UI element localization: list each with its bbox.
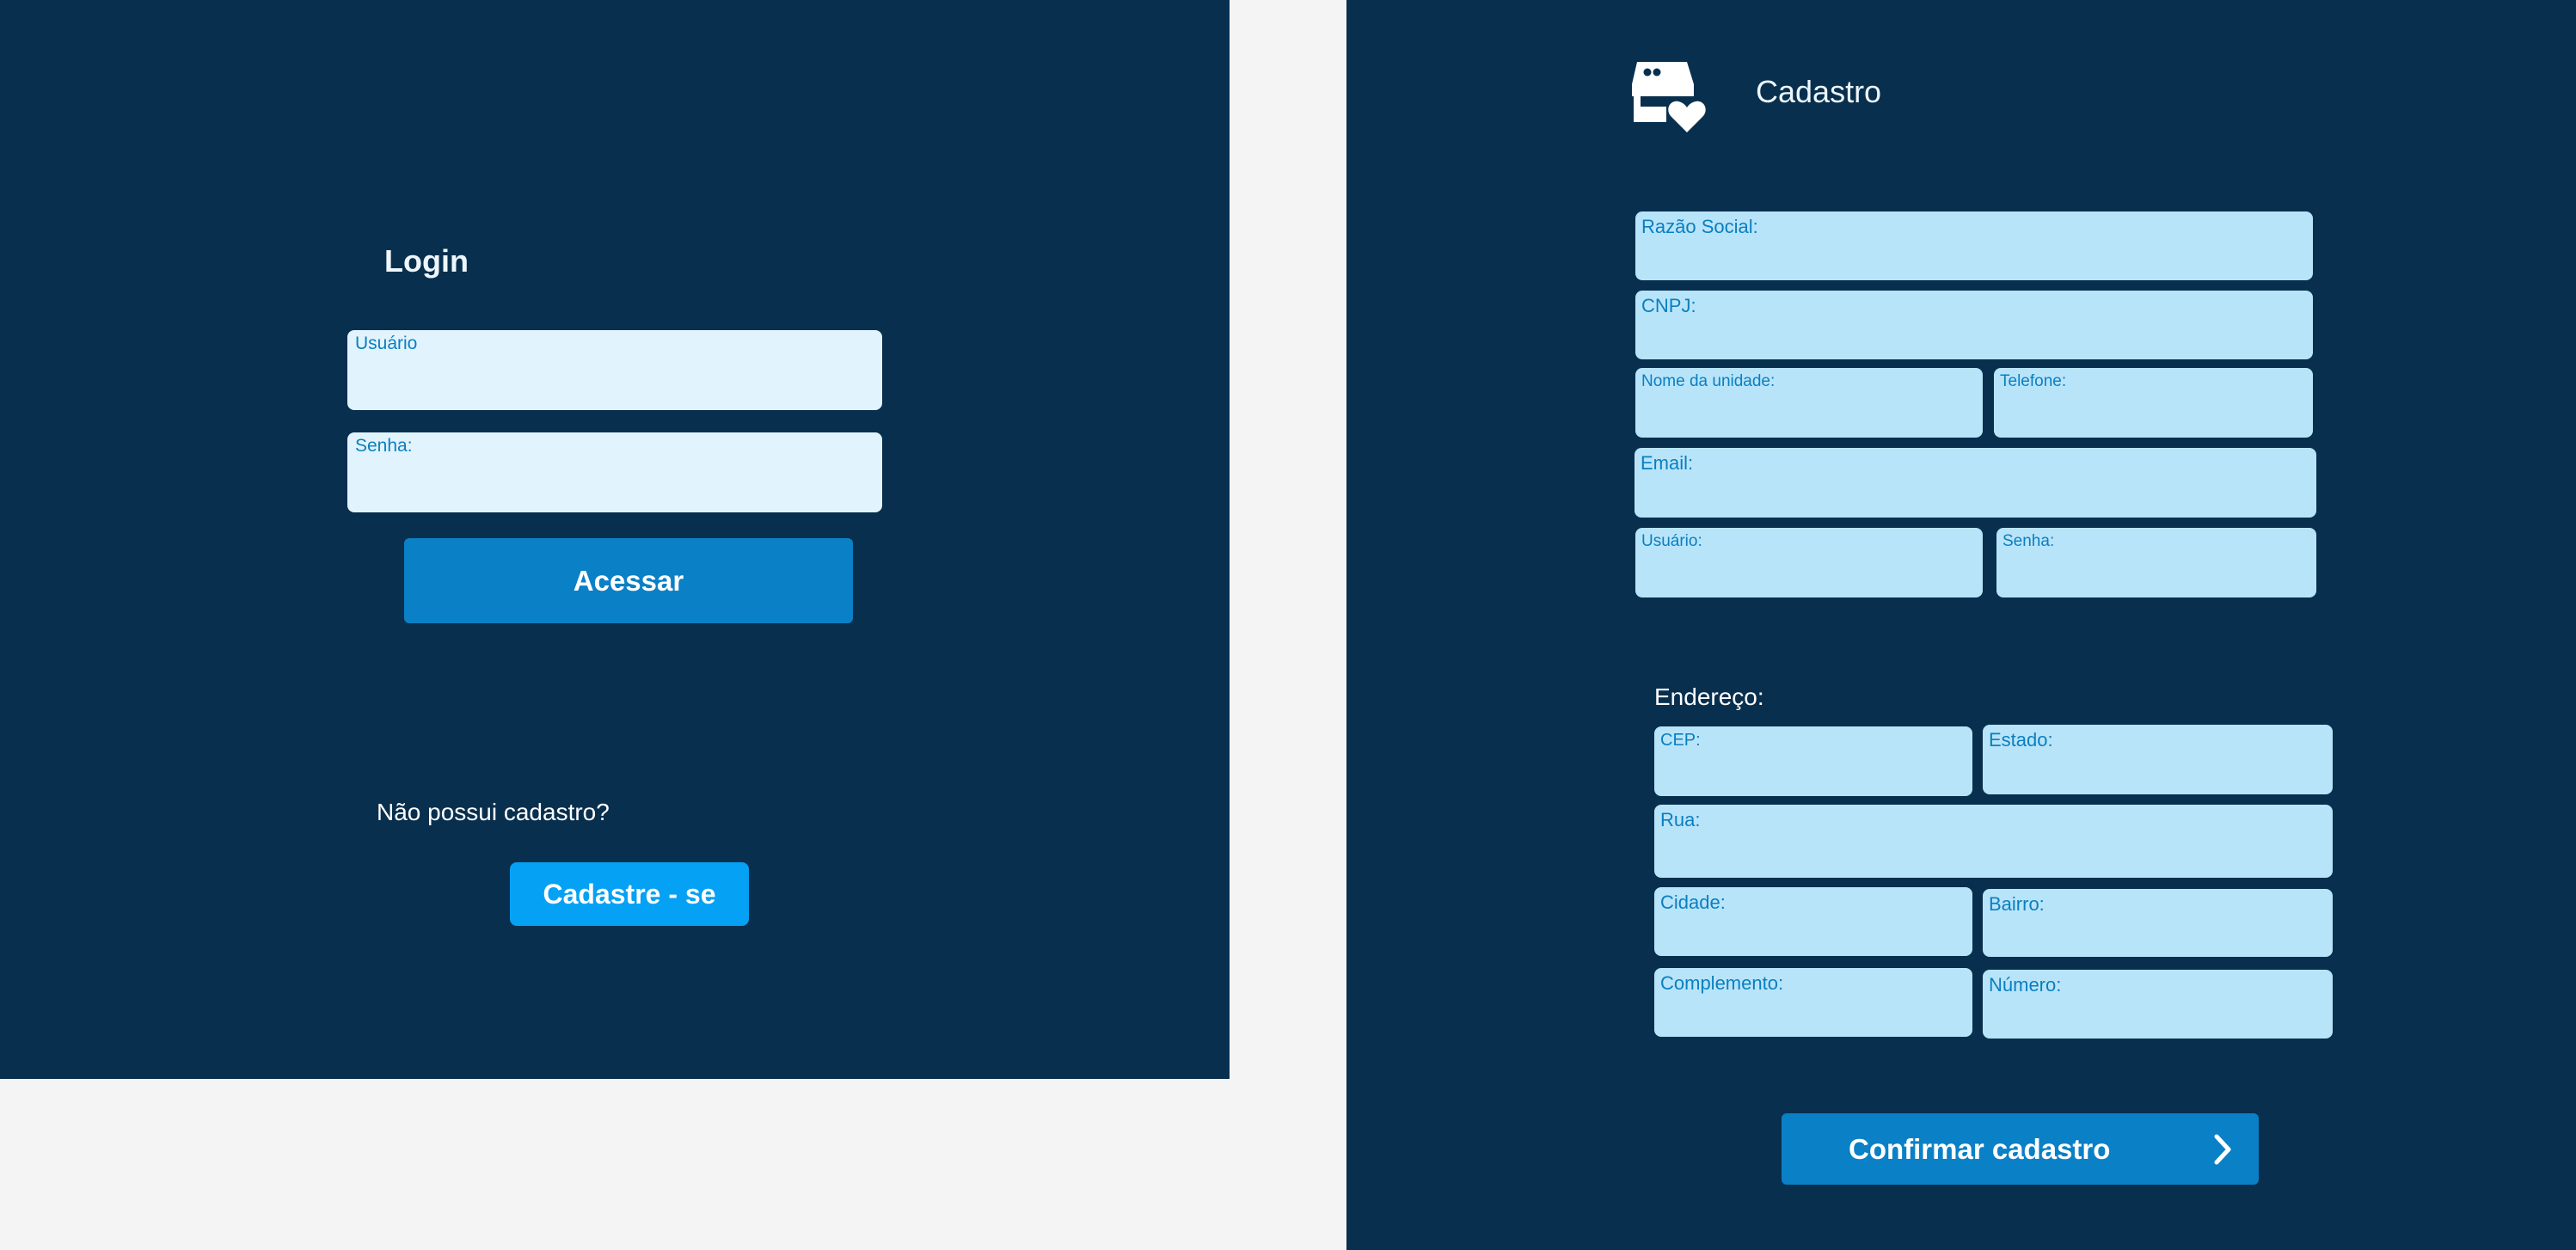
cep-label: CEP: [1660, 731, 1701, 750]
email-label: Email: [1641, 452, 1694, 474]
senha-field[interactable]: Senha: [1996, 528, 2316, 597]
store-heart-icon [1628, 58, 1709, 132]
username-field[interactable]: Usuário [347, 330, 882, 410]
confirm-button-label: Confirmar cadastro [1849, 1132, 2111, 1165]
chevron-right-icon [2212, 1134, 2233, 1165]
login-title: Login [384, 243, 469, 279]
cep-field[interactable]: CEP: [1654, 726, 1972, 796]
numero-field[interactable]: Número: [1983, 970, 2333, 1039]
cidade-field[interactable]: Cidade: [1654, 887, 1972, 956]
razao-social-field[interactable]: Razão Social: [1635, 211, 2313, 280]
nome-unidade-field[interactable]: Nome da unidade: [1635, 368, 1983, 438]
numero-label: Número: [1989, 974, 2062, 996]
address-heading: Endereço: [1654, 683, 1764, 710]
signup-panel: Cadastro Razão Social: CNPJ: Nome da uni… [1346, 0, 2576, 1250]
complemento-label: Complemento: [1660, 972, 1784, 994]
nome-unidade-label: Nome da unidade: [1641, 372, 1776, 390]
telefone-field[interactable]: Telefone: [1994, 368, 2313, 438]
cnpj-field[interactable]: CNPJ: [1635, 291, 2313, 359]
cnpj-label: CNPJ: [1641, 295, 1696, 316]
razao-social-label: Razão Social: [1641, 216, 1758, 237]
rua-label: Rua: [1660, 809, 1701, 830]
estado-label: Estado: [1989, 729, 2053, 751]
usuario-field[interactable]: Usuário: [1635, 528, 1983, 597]
no-account-text: Não possui cadastro? [377, 799, 610, 825]
register-button[interactable]: Cadastre - se [510, 862, 749, 926]
telefone-label: Telefone: [2000, 372, 2067, 390]
senha-label: Senha: [2003, 532, 2055, 550]
rua-field[interactable]: Rua: [1654, 805, 2333, 878]
confirm-button[interactable]: Confirmar cadastro [1782, 1113, 2259, 1185]
cidade-label: Cidade: [1660, 892, 1726, 913]
email-field[interactable]: Email: [1635, 448, 2316, 518]
login-panel: Login Usuário Senha: Acessar Não possui … [0, 0, 1230, 1079]
password-label: Senha: [355, 436, 413, 456]
bairro-field[interactable]: Bairro: [1983, 889, 2333, 957]
password-field[interactable]: Senha: [347, 432, 882, 512]
username-label: Usuário [355, 334, 418, 353]
signup-title: Cadastro [1756, 74, 1882, 109]
estado-field[interactable]: Estado: [1983, 725, 2333, 794]
bairro-label: Bairro: [1989, 893, 2045, 915]
usuario-label: Usuário: [1641, 532, 1702, 550]
complemento-field[interactable]: Complemento: [1654, 968, 1972, 1037]
login-button[interactable]: Acessar [404, 538, 853, 623]
